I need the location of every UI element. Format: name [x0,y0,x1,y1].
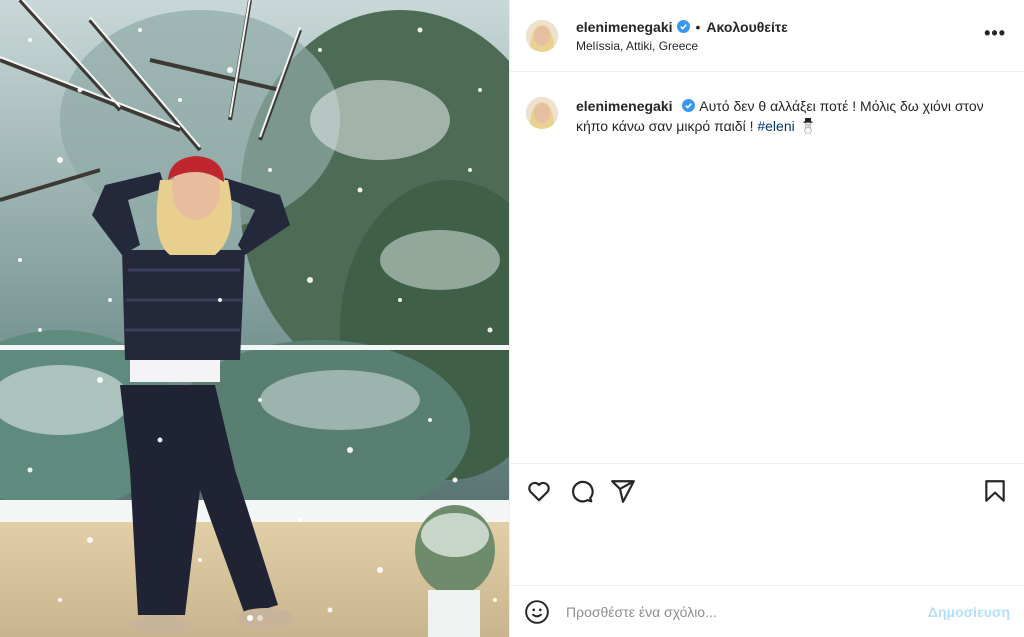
separator-dot: • [695,18,701,35]
emoji-icon[interactable] [524,599,550,625]
post-actions-area [510,463,1024,585]
caption-text-block: elenimenegaki Αυτό δεν θ αλλάξει ποτέ ! … [576,96,996,136]
carousel-indicator [0,615,509,621]
heart-icon[interactable] [526,478,552,504]
post-caption: elenimenegaki Αυτό δεν θ αλλάξει ποτέ ! … [526,96,1008,136]
post-location[interactable]: Melíssia, Attiki, Greece [576,39,788,53]
more-options-icon[interactable]: ••• [984,24,1006,42]
snowman-emoji-icon [803,118,813,134]
share-icon[interactable] [610,478,636,504]
following-button[interactable]: Ακολουθείτε [706,19,787,35]
avatar-image [526,19,558,52]
comment-input[interactable] [564,602,928,621]
author-meta: elenimenegaki • Ακολουθείτε Melíssia, At… [576,19,788,53]
hashtag-link[interactable]: #eleni [757,118,794,134]
caption-username[interactable]: elenimenegaki [576,98,673,114]
carousel-dot [256,615,263,621]
author-username[interactable]: elenimenegaki [576,19,673,35]
author-avatar[interactable] [526,19,558,52]
add-comment-bar: Δημοσίευση [510,585,1024,637]
comment-icon[interactable] [568,478,594,504]
caption-avatar[interactable] [526,97,558,129]
comments-section: elenimenegaki Αυτό δεν θ αλλάξει ποτέ ! … [510,72,1024,463]
post-side-panel: elenimenegaki • Ακολουθείτε Melíssia, At… [509,0,1024,637]
snow-garden-photo [0,0,509,637]
avatar-image [526,97,558,129]
author-row: elenimenegaki • Ακολουθείτε [576,19,788,35]
post-comment-button[interactable]: Δημοσίευση [928,604,1010,620]
bookmark-icon[interactable] [982,478,1008,504]
action-bar [510,464,1024,504]
carousel-dot-active [246,615,253,621]
verified-badge-icon [676,20,690,33]
post-header: elenimenegaki • Ακολουθείτε Melíssia, At… [510,0,1024,72]
instagram-post: elenimenegaki • Ακολουθείτε Melíssia, At… [0,0,1024,637]
post-photo[interactable] [0,0,509,637]
verified-badge-icon [682,99,696,112]
